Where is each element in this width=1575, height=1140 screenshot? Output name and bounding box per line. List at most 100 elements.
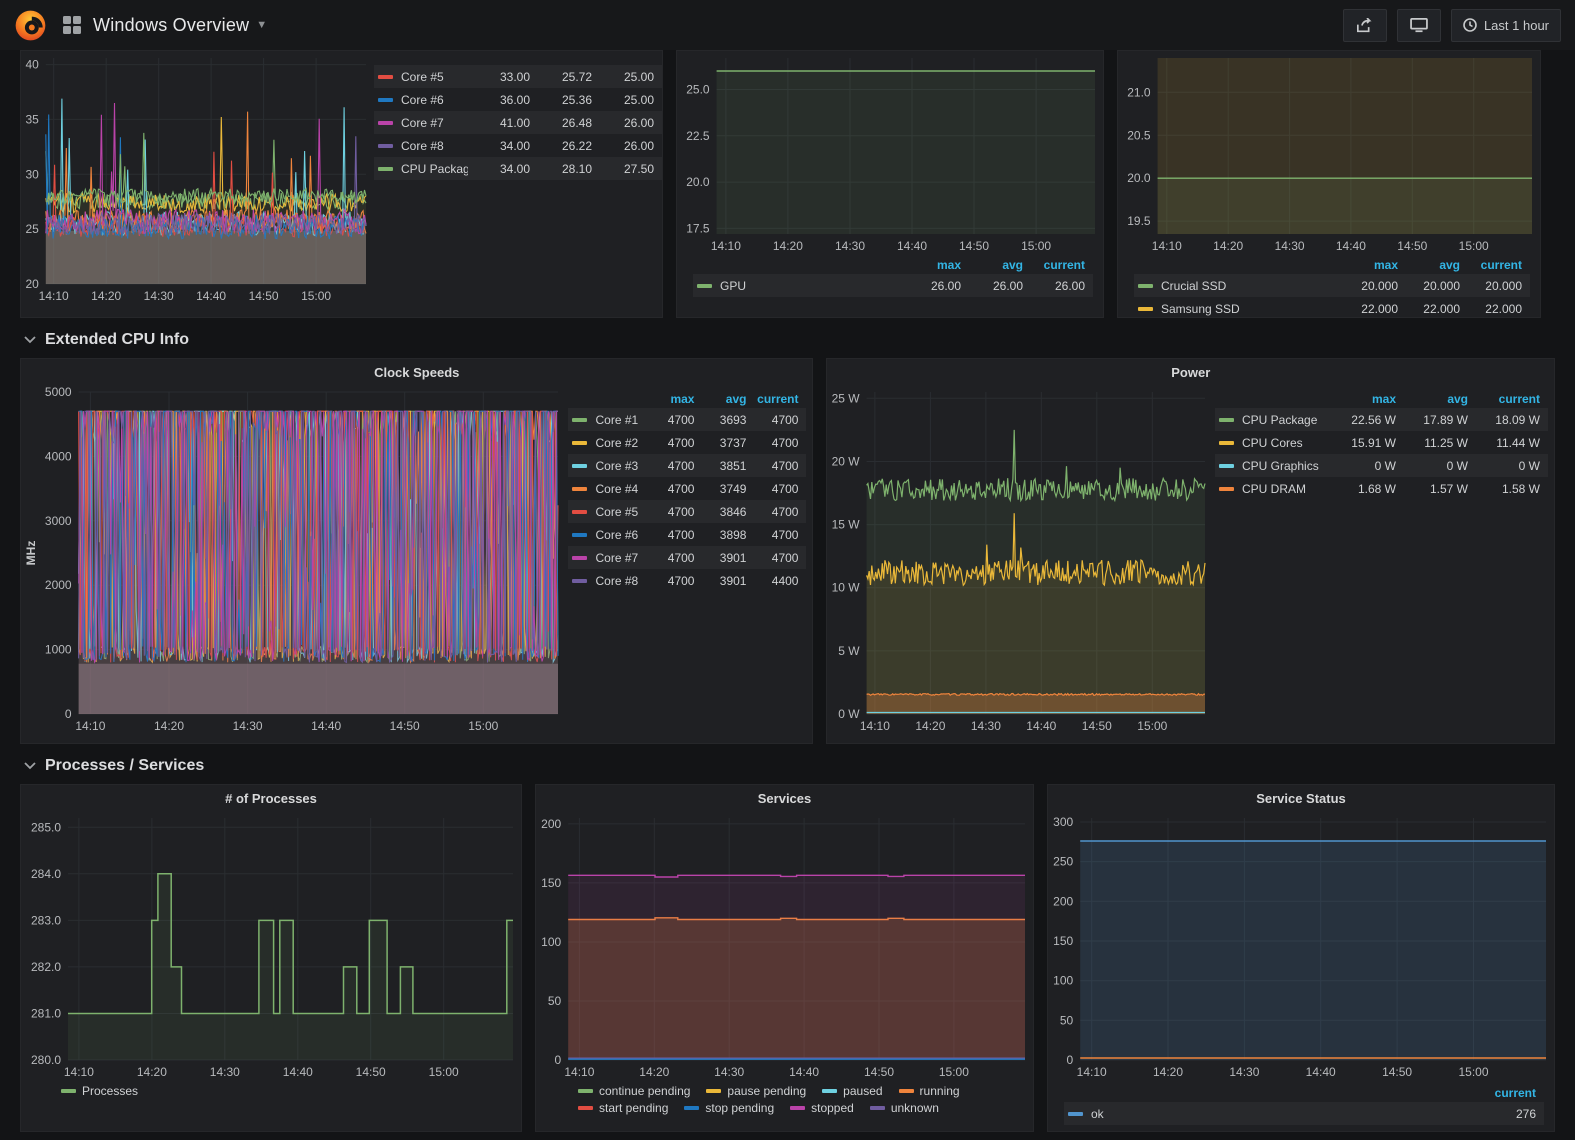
panel-title[interactable]: Power [827, 359, 1554, 385]
chart-svg[interactable]: 300 250 200 150 100 50 014:10 14:20 14:30 14:40 14… [1048, 811, 1554, 1081]
legend-header: current [1064, 1083, 1544, 1102]
service-status-chart[interactable]: 300 250 200 150 100 50 0 14:10 14:20 14:30 14:40 14… [1048, 811, 1554, 1081]
legend-item[interactable]: Core #6 4700 3898 4700 [568, 523, 806, 546]
legend-item[interactable]: Crucial SSD 20.000 20.000 20.000 [1134, 274, 1530, 297]
series-value: 36.00 [499, 92, 530, 107]
legend-item[interactable]: GPU 26.00 26.00 26.00 [693, 274, 1093, 297]
svg-text:283.0: 283.0 [31, 913, 61, 927]
dashboard-grid-icon[interactable] [63, 16, 81, 34]
chart-svg[interactable]: 25 W 20 W 15 W 10 W 5 W 0 W14:10 14:20 14:30 14:… [827, 385, 1213, 735]
legend-item[interactable]: Core #3 4700 3851 4700 [568, 454, 807, 477]
legend-item[interactable]: paused [822, 1084, 883, 1098]
gpu-temperature-chart[interactable]: 25.0 22.5 20.0 17.5 14:10 14:20 14:30 14:40 14:5… [677, 51, 1103, 255]
cpu-temperatures-chart[interactable]: 40 35 30 25 20 14:10 14:20 14:30 14:40 14:50 15:00 [21, 51, 374, 305]
legend-item[interactable]: Core #6 36.00 25.36 25.00 [374, 88, 662, 111]
series-value: 276 [1515, 1106, 1536, 1121]
dashboard-title[interactable]: Windows Overview [93, 15, 249, 36]
legend-item[interactable]: Core #8 4700 3901 4400 [568, 569, 806, 592]
section-processes-services[interactable]: Processes / Services [20, 744, 1555, 784]
legend-item[interactable]: Core #2 4700 3737 4700 [568, 431, 806, 454]
legend-item[interactable]: CPU Cores 15.91 W 11.25 W 11.44 W [1215, 431, 1548, 454]
legend-item[interactable]: unknown [869, 1101, 939, 1115]
series-color-swatch [572, 440, 588, 445]
legend-item[interactable]: CPU Package 22.56 W 17.89 W 18.09 W [1215, 408, 1548, 431]
legend-sort-avg[interactable]: avg [694, 392, 747, 406]
legend-sort-current[interactable]: current [1468, 392, 1540, 406]
series-color-swatch [572, 578, 588, 583]
legend-item[interactable]: CPU DRAM 1.68 W 1.57 W 1.58 W [1215, 477, 1548, 500]
legend-item[interactable]: CPU Graphics 0 W 0 W 0 W [1215, 454, 1548, 477]
legend-sort-current[interactable]: current [1023, 258, 1085, 272]
section-extended-cpu-info[interactable]: Extended CPU Info [20, 318, 1555, 358]
series-label: CPU DRAM [1242, 481, 1307, 496]
series-value: 22.000 [1423, 301, 1460, 316]
chevron-down-icon[interactable]: ▼ [256, 19, 267, 31]
legend-item[interactable]: stop pending [684, 1101, 774, 1115]
series-color-swatch [1138, 306, 1153, 311]
time-range-button[interactable]: Last 1 hour [1450, 8, 1561, 42]
processes-chart[interactable]: 285.0 284.0 283.0 282.0 281.0 280.0 14:10 14:20… [21, 811, 521, 1081]
svg-text:100: 100 [541, 935, 561, 949]
ssd-temperature-chart[interactable]: 21.0 20.5 20.0 19.5 14:10 14:20 14:30 14:40 14:5… [1118, 51, 1540, 255]
legend-item[interactable]: Samsung SSD 22.000 22.000 22.000 [1134, 297, 1530, 317]
panel-title[interactable]: Service Status [1048, 785, 1554, 811]
svg-text:200: 200 [1053, 894, 1073, 908]
legend-sort-avg[interactable]: avg [961, 258, 1023, 272]
legend-item[interactable]: running [898, 1084, 960, 1098]
series-value: 22.000 [1485, 301, 1522, 316]
legend-item[interactable]: Core #5 4700 3846 4700 [568, 500, 807, 523]
legend-item[interactable]: Core #5 33.00 25.72 25.00 [374, 65, 662, 88]
legend-item[interactable]: CPU Package 34.00 28.10 27.50 [374, 157, 662, 180]
legend-item[interactable]: Core #8 34.00 26.22 26.00 [374, 134, 662, 157]
series-value: 26.00 [623, 115, 654, 130]
panel-title[interactable]: # of Processes [21, 785, 521, 811]
legend-header: max avg current [1215, 389, 1548, 408]
panel-title[interactable]: Services [536, 785, 1033, 811]
services-chart[interactable]: 200 150 100 50 0 14:10 14:20 14:30 14:40 14:50 15:… [536, 811, 1033, 1081]
legend-item[interactable]: ok 276 [1064, 1102, 1544, 1125]
series-value: 22.56 W [1351, 412, 1396, 427]
svg-text:14:10: 14:10 [711, 239, 741, 253]
legend-sort-max[interactable]: max [1324, 392, 1396, 406]
svg-text:0: 0 [65, 707, 72, 721]
svg-text:17.5: 17.5 [686, 221, 710, 235]
chart-svg[interactable]: 21.0 20.5 20.0 19.514:10 14:20 14:30 14:40 14:5… [1118, 51, 1540, 255]
legend-sort-avg[interactable]: avg [1396, 392, 1468, 406]
legend-sort-max[interactable]: max [1336, 258, 1398, 272]
clock-speeds-chart[interactable]: 5000 4000 3000 2000 1000 0 14:10 14:20 14:30 14:4… [21, 385, 566, 735]
legend-item[interactable]: Core #7 41.00 26.48 26.00 [374, 111, 662, 134]
legend-item[interactable]: Core #1 4700 3693 4700 [568, 408, 807, 431]
panel-title[interactable]: Clock Speeds [21, 359, 812, 385]
legend-item[interactable]: Core #4 4700 3749 4700 [568, 477, 806, 500]
series-value: 4700 [667, 458, 695, 473]
legend-sort-current[interactable]: current [1456, 1086, 1536, 1100]
legend-item[interactable]: continue pending [578, 1084, 690, 1098]
power-chart[interactable]: 25 W 20 W 15 W 10 W 5 W 0 W 14:10 14:20 14:30 14:… [827, 385, 1213, 735]
legend-item[interactable]: start pending [578, 1101, 668, 1115]
chart-svg[interactable]: 200 150 100 50 014:10 14:20 14:30 14:40 14:50 15:… [536, 811, 1033, 1081]
grafana-logo[interactable] [14, 9, 47, 42]
tv-mode-button[interactable] [1396, 8, 1441, 42]
legend-sort-max[interactable]: max [642, 392, 694, 406]
legend-sort-avg[interactable]: avg [1398, 258, 1460, 272]
chart-svg[interactable]: 285.0 284.0 283.0 282.0 281.0 280.014:10 14:20… [21, 811, 521, 1081]
chart-svg[interactable]: 40 35 30 25 2014:10 14:20 14:30 14:40 14:50 15:00 [21, 51, 374, 305]
time-range-label: Last 1 hour [1483, 17, 1549, 33]
svg-text:14:20: 14:20 [1213, 239, 1243, 253]
legend-item[interactable]: Core #7 4700 3901 4700 [568, 546, 807, 569]
series-value: 3693 [719, 412, 747, 427]
legend-sort-current[interactable]: current [746, 392, 798, 406]
monitor-icon [1410, 17, 1428, 32]
chart-svg[interactable]: 25.0 22.5 20.0 17.514:10 14:20 14:30 14:40 14:5… [677, 51, 1103, 255]
legend-item[interactable]: stopped [790, 1101, 854, 1115]
chart-svg[interactable]: 5000 4000 3000 2000 1000 014:10 14:20 14:30 14:4… [21, 385, 566, 735]
series-label: Core #8 [401, 138, 444, 153]
legend-item[interactable]: pause pending [706, 1084, 806, 1098]
legend-sort-current[interactable]: current [1460, 258, 1522, 272]
legend-sort-max[interactable]: max [899, 258, 961, 272]
panel-power: Power 25 W 20 W 15 W 10 W5 W0 W 14:10 14:20 14… [826, 358, 1555, 744]
legend-item[interactable]: Processes [61, 1084, 138, 1098]
series-value: 41.00 [499, 115, 530, 130]
share-button[interactable] [1342, 8, 1387, 42]
series-label: stop pending [705, 1101, 775, 1115]
